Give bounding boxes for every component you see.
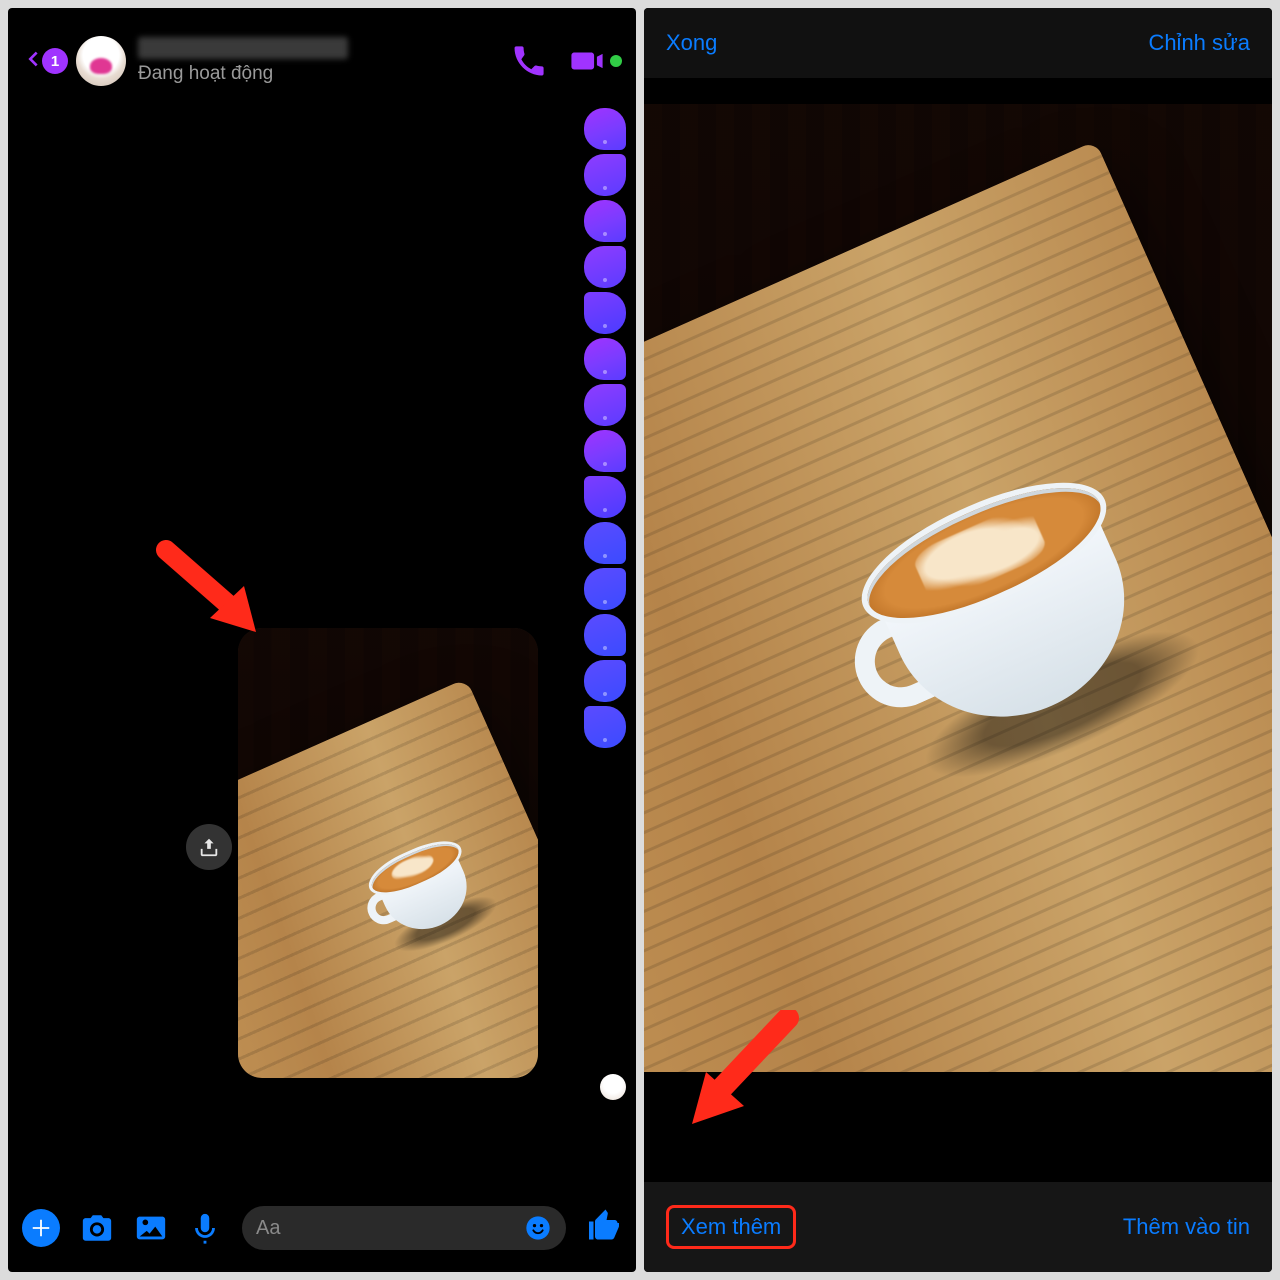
composer-gallery-button[interactable] [134,1211,168,1245]
video-icon [570,44,604,78]
message-bubble[interactable] [584,660,626,702]
video-call-button[interactable] [570,44,604,78]
message-bubble[interactable] [584,384,626,426]
edit-button[interactable]: Chỉnh sửa [1148,30,1250,56]
chevron-left-icon [22,48,44,75]
viewer-image[interactable] [644,104,1272,1072]
camera-icon [80,1211,114,1245]
message-bubble[interactable] [584,568,626,610]
back-button[interactable]: 1 [22,48,68,75]
message-bubble[interactable] [584,476,626,518]
message-bubble[interactable] [584,292,626,334]
voice-call-button[interactable] [512,44,546,78]
presence-subtitle: Đang hoạt động [138,63,512,85]
chat-screen: 1 Đang hoạt động [8,8,636,1272]
thumbs-up-icon [586,1208,622,1244]
phone-icon [512,44,546,78]
annotation-arrow-icon [156,540,266,640]
add-to-story-button[interactable]: Thêm vào tin [1123,1214,1250,1240]
image-icon [134,1211,168,1245]
message-bubble[interactable] [584,154,626,196]
avatar[interactable] [76,36,126,86]
message-input[interactable]: Aa [242,1206,566,1250]
forward-button[interactable] [186,824,232,870]
contact-name [138,37,348,59]
microphone-icon [188,1211,222,1245]
image-viewer-screen: Xong Chỉnh sửa Xem thêm Thêm vào tin [644,8,1272,1272]
see-more-button[interactable]: Xem thêm [666,1205,796,1249]
viewer-footer: Xem thêm Thêm vào tin [644,1182,1272,1272]
composer-add-button[interactable] [22,1209,60,1247]
chat-header: 1 Đang hoạt động [8,8,636,104]
contact-name-block[interactable]: Đang hoạt động [138,37,512,85]
message-bubble[interactable] [584,246,626,288]
share-icon [198,836,220,858]
presence-dot-icon [610,55,622,67]
received-image[interactable] [238,628,538,1078]
sent-messages-column [584,108,626,748]
message-bubble[interactable] [584,614,626,656]
viewer-header: Xong Chỉnh sửa [644,8,1272,78]
smile-icon[interactable] [524,1214,552,1242]
plus-icon [30,1217,52,1239]
message-input-placeholder: Aa [256,1217,524,1240]
composer-camera-button[interactable] [80,1211,114,1245]
message-bubble[interactable] [584,200,626,242]
message-bubble[interactable] [584,338,626,380]
message-bubble[interactable] [584,522,626,564]
composer-mic-button[interactable] [188,1211,222,1245]
done-button[interactable]: Xong [666,30,717,56]
like-button[interactable] [586,1208,622,1249]
unread-badge: 1 [42,48,68,74]
message-bubble[interactable] [584,108,626,150]
message-bubble[interactable] [584,430,626,472]
message-bubble[interactable] [584,706,626,748]
seen-avatar [600,1074,626,1100]
message-composer: Aa [8,1198,636,1258]
